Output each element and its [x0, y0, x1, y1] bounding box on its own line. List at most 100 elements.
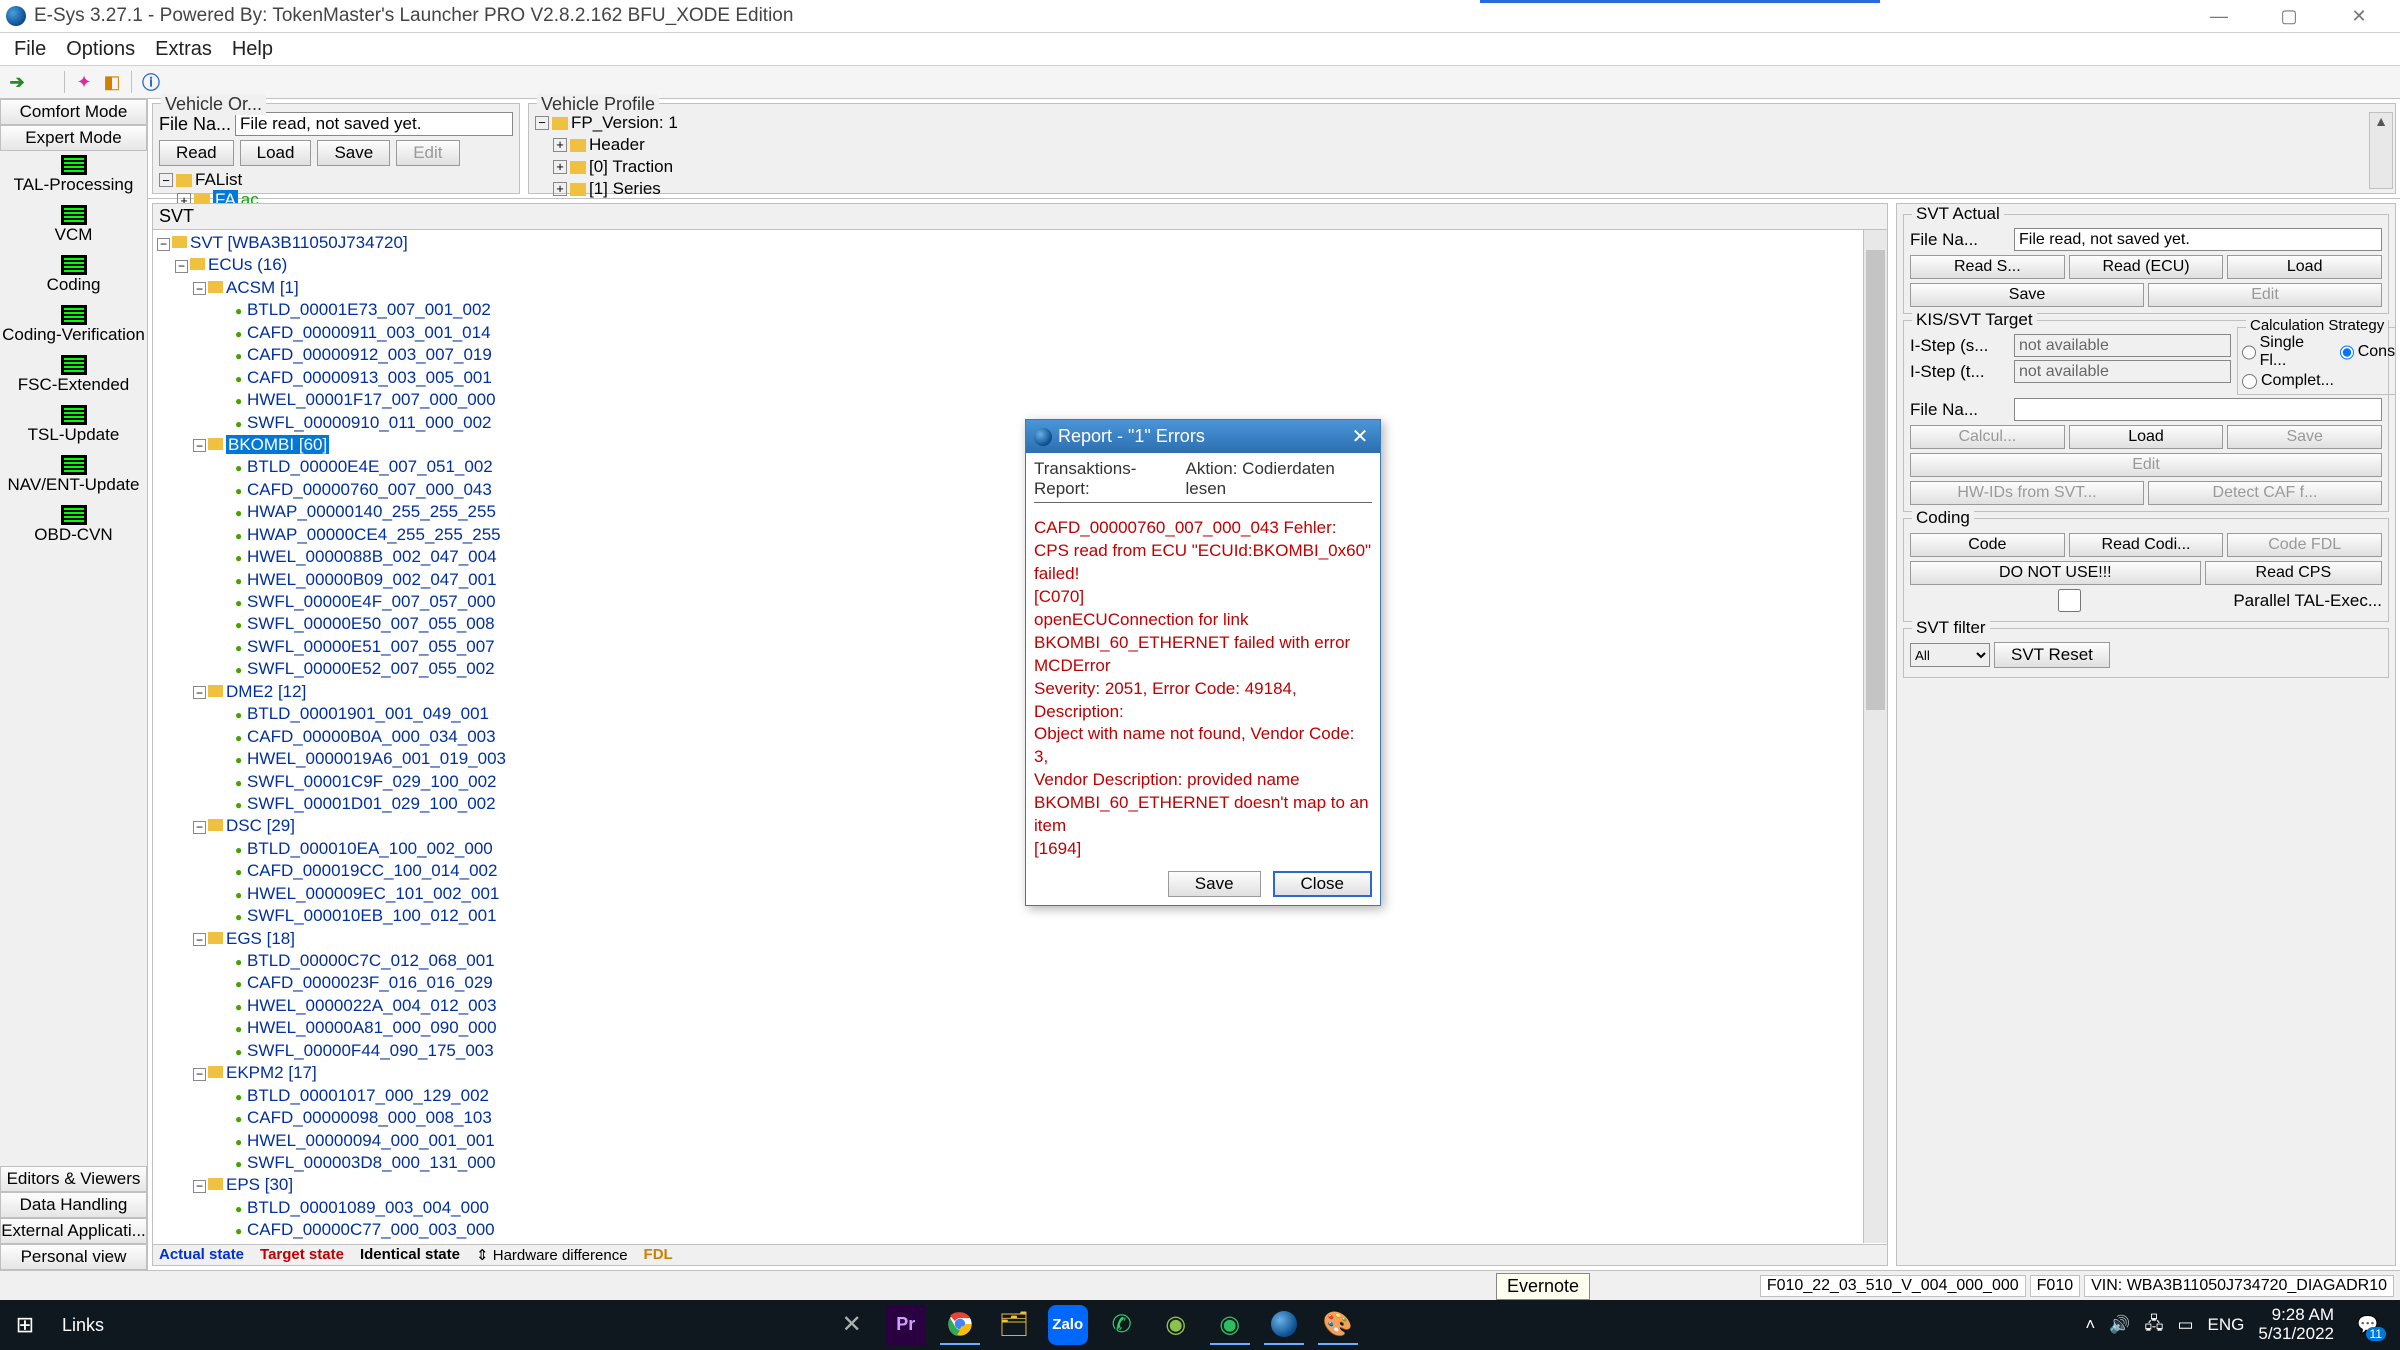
- svt-node[interactable]: ● BTLD_00000E4E_007_051_002: [157, 456, 1883, 478]
- svt-filter-select[interactable]: All: [1910, 643, 1990, 667]
- svt-node[interactable]: ● SWFL_00000E50_007_055_008: [157, 613, 1883, 635]
- svt-node[interactable]: −EPS [30]: [157, 1174, 1883, 1196]
- svt-node[interactable]: ● CAFD_00000B0A_000_034_003: [157, 726, 1883, 748]
- maximize-button[interactable]: ▢: [2254, 0, 2324, 33]
- kis-load-button[interactable]: Load: [2069, 425, 2224, 449]
- svt-node[interactable]: ● HWEL_000009EC_101_002_001: [157, 883, 1883, 905]
- mode-tal-processing[interactable]: TAL-Processing: [0, 151, 147, 201]
- mode-coding[interactable]: Coding: [0, 251, 147, 301]
- svt-node[interactable]: ● BTLD_00001089_003_004_000: [157, 1197, 1883, 1219]
- kis-file-input[interactable]: [2014, 398, 2382, 421]
- svt-node[interactable]: ● HWEL_00000B09_002_047_001: [157, 569, 1883, 591]
- mode-coding-verification[interactable]: Coding-Verification: [0, 301, 147, 351]
- tool-icon-2[interactable]: ◧: [99, 69, 125, 95]
- vp-scrollbar[interactable]: ▲: [2369, 112, 2393, 189]
- svt-load-button[interactable]: Load: [2227, 255, 2382, 279]
- svt-node[interactable]: ● HWEL_00000A81_000_090_000: [157, 1017, 1883, 1039]
- vp-row[interactable]: +[0] Traction: [535, 156, 2389, 178]
- taskbar-explorer-icon[interactable]: 🗂: [994, 1305, 1034, 1345]
- svt-scrollbar[interactable]: [1863, 230, 1887, 1243]
- svt-node[interactable]: ● SWFL_00000910_011_000_002: [157, 412, 1883, 434]
- svt-node[interactable]: ● CAFD_00000C77_000_003_000: [157, 1219, 1883, 1241]
- svt-node[interactable]: ● BTLD_00001017_000_129_002: [157, 1085, 1883, 1107]
- taskbar-links[interactable]: Links: [50, 1315, 116, 1336]
- tray-network-icon[interactable]: 🖧: [2144, 1311, 2163, 1340]
- vp-row[interactable]: −FP_Version: 1: [535, 112, 2389, 134]
- kis-edit-button[interactable]: Edit: [1910, 453, 2382, 477]
- svt-node[interactable]: ● CAFD_00000760_007_000_043: [157, 479, 1883, 501]
- kis-calculate-button[interactable]: Calcul...: [1910, 425, 2065, 449]
- svt-node[interactable]: ● SWFL_000003D8_000_131_000: [157, 1152, 1883, 1174]
- svt-node[interactable]: −EKPM2 [17]: [157, 1062, 1883, 1084]
- connect-icon[interactable]: ➔: [4, 69, 30, 95]
- svt-node[interactable]: ● BTLD_000010EA_100_002_000: [157, 838, 1883, 860]
- tray-notifications-icon[interactable]: 💬11: [2348, 1305, 2388, 1345]
- vo-edit-button[interactable]: Edit: [396, 140, 459, 166]
- mode-nav-ent-update[interactable]: NAV/ENT-Update: [0, 451, 147, 501]
- minimize-button[interactable]: —: [2184, 0, 2254, 33]
- parallel-tal-checkbox[interactable]: [1910, 589, 2229, 612]
- svt-node[interactable]: −ECUs (16): [157, 254, 1883, 276]
- taskbar-paint-icon[interactable]: 🎨: [1318, 1305, 1358, 1345]
- svt-node[interactable]: −SVT [WBA3B11050J734720]: [157, 232, 1883, 254]
- svt-node[interactable]: ● CAFD_00000911_003_001_014: [157, 322, 1883, 344]
- svt-node[interactable]: ● SWFL_00000E52_007_055_002: [157, 658, 1883, 680]
- svt-node[interactable]: ● CAFD_00000912_003_007_019: [157, 344, 1883, 366]
- vo-file-input[interactable]: [235, 112, 513, 136]
- accordion-editors-viewers[interactable]: Editors & Viewers: [0, 1166, 147, 1192]
- read-coding-button[interactable]: Read Codi...: [2069, 533, 2224, 557]
- radio-construction[interactable]: [2340, 345, 2354, 360]
- menu-file[interactable]: File: [4, 34, 56, 65]
- taskbar-zalo-icon[interactable]: Zalo: [1048, 1305, 1088, 1345]
- tray-volume-icon[interactable]: 🔊: [2109, 1315, 2130, 1335]
- taskbar-app-2[interactable]: ◉: [1156, 1305, 1196, 1345]
- vo-read-button[interactable]: Read: [159, 140, 234, 166]
- taskbar-evernote-icon[interactable]: ◉: [1210, 1305, 1250, 1345]
- svt-node[interactable]: ● SWFL_00001C9F_029_100_002: [157, 771, 1883, 793]
- svt-node[interactable]: ● CAFD_00000913_003_005_001: [157, 367, 1883, 389]
- menu-options[interactable]: Options: [56, 34, 145, 65]
- svt-node[interactable]: −EGS [18]: [157, 928, 1883, 950]
- mode-fsc-extended[interactable]: FSC-Extended: [0, 351, 147, 401]
- tray-battery-icon[interactable]: ▭: [2177, 1315, 2193, 1335]
- vp-row[interactable]: +[1] Series: [535, 178, 2389, 200]
- mode-obd-cvn[interactable]: OBD-CVN: [0, 501, 147, 551]
- code-fdl-button[interactable]: Code FDL: [2227, 533, 2382, 557]
- detect-caf-button[interactable]: Detect CAF f...: [2148, 481, 2382, 505]
- do-not-use-button[interactable]: DO NOT USE!!!: [1910, 561, 2201, 585]
- taskbar-esys-icon[interactable]: [1264, 1305, 1304, 1345]
- svt-actual-file-input[interactable]: [2014, 228, 2382, 251]
- accordion-comfort-mode[interactable]: Comfort Mode: [0, 99, 147, 125]
- dialog-close-button[interactable]: Close: [1273, 871, 1372, 897]
- svt-node[interactable]: ● BTLD_00001E73_007_001_002: [157, 299, 1883, 321]
- accordion-expert-mode[interactable]: Expert Mode: [0, 125, 147, 151]
- svt-save-button[interactable]: Save: [1910, 283, 2144, 307]
- taskbar-app-1[interactable]: ✕: [832, 1305, 872, 1345]
- tray-lang[interactable]: ENG: [2208, 1315, 2245, 1335]
- svt-tree[interactable]: −SVT [WBA3B11050J734720]−ECUs (16)−ACSM …: [153, 230, 1887, 1266]
- hw-ids-button[interactable]: HW-IDs from SVT...: [1910, 481, 2144, 505]
- close-button[interactable]: ✕: [2324, 0, 2394, 33]
- disconnect-icon[interactable]: [32, 69, 58, 95]
- tray-chevron-up-icon[interactable]: ˄: [2085, 1315, 2095, 1335]
- dialog-save-button[interactable]: Save: [1168, 871, 1261, 897]
- taskbar-chrome-icon[interactable]: [940, 1305, 980, 1345]
- vo-save-button[interactable]: Save: [317, 140, 390, 166]
- svt-node[interactable]: ● HWEL_00000094_000_001_001: [157, 1130, 1883, 1152]
- svt-node[interactable]: ● HWAP_00000CE4_255_255_255: [157, 524, 1883, 546]
- svt-node[interactable]: ● BTLD_00000C7C_012_068_001: [157, 950, 1883, 972]
- help-icon[interactable]: ⓘ: [138, 69, 164, 95]
- start-button[interactable]: ⊞: [0, 1312, 50, 1338]
- menu-help[interactable]: Help: [222, 34, 283, 65]
- svt-reset-button[interactable]: SVT Reset: [1994, 642, 2110, 668]
- svt-node[interactable]: ● CAFD_0000023F_016_016_029: [157, 972, 1883, 994]
- radio-complete[interactable]: [2242, 374, 2257, 389]
- svt-read-ecu-button[interactable]: Read (ECU): [2069, 255, 2224, 279]
- kis-save-button[interactable]: Save: [2227, 425, 2382, 449]
- accordion-external-apps[interactable]: External Applicati...: [0, 1218, 147, 1244]
- svt-node[interactable]: ● SWFL_00000E51_007_055_007: [157, 636, 1883, 658]
- svt-node[interactable]: −BKOMBI [60]: [157, 434, 1883, 456]
- svt-node[interactable]: ● SWFL_000010EB_100_012_001: [157, 905, 1883, 927]
- mode-tsl-update[interactable]: TSL-Update: [0, 401, 147, 451]
- taskbar-premiere-icon[interactable]: Pr: [886, 1305, 926, 1345]
